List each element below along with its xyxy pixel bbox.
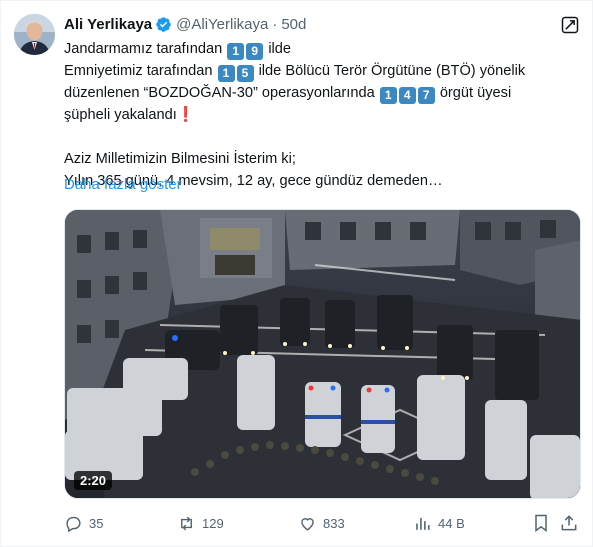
view-count: 44 B — [438, 515, 465, 531]
avatar[interactable] — [14, 14, 55, 55]
like-button[interactable]: 833 — [298, 511, 345, 535]
text-line-2: Emniyetimiz tarafından 15 ilde Bölücü Te… — [64, 60, 579, 82]
heart-icon — [301, 517, 314, 531]
views-chart-icon — [416, 517, 430, 530]
text-line-3: düzenlenen “BOZDOĞAN-30” operasyonlarınd… — [64, 82, 579, 104]
text-segment: örgüt üyesi — [439, 85, 512, 101]
like-count: 833 — [323, 515, 345, 531]
keycap-digit: 5 — [236, 64, 254, 82]
repost-button[interactable]: 129 — [177, 511, 224, 535]
repost-icon — [181, 516, 192, 530]
text-segment: şüpheli yakalandı — [64, 107, 177, 123]
keycap-digit: 7 — [417, 86, 435, 104]
author-handle[interactable]: @AliYerlikaya — [176, 16, 268, 33]
keycap-digit: 1 — [217, 64, 235, 82]
share-icon[interactable] — [559, 513, 579, 533]
bookmark-icon[interactable] — [531, 513, 551, 533]
keycap-digit: 4 — [398, 86, 416, 104]
action-bar: 35 129 833 44 B — [64, 511, 581, 535]
text-line-4: şüpheli yakalandı❗ — [64, 104, 579, 126]
exclamation-emoji-icon: ❗ — [176, 107, 195, 123]
reply-button[interactable]: 35 — [64, 511, 103, 535]
keycap-digit: 1 — [379, 86, 397, 104]
show-more-link[interactable]: Daha fazla göster — [64, 176, 182, 193]
video-player[interactable]: 2:20 — [64, 209, 581, 499]
grok-icon[interactable] — [560, 15, 580, 35]
tweet-text: Jandarmamız tarafından 19 ilde Emniyetim… — [64, 38, 579, 192]
tweet-card[interactable]: Ali Yerlikaya @AliYerlikaya · 50d Jandar… — [0, 0, 593, 547]
text-line-1: Jandarmamız tarafından 19 ilde — [64, 38, 579, 60]
repost-count: 129 — [202, 515, 224, 531]
keycap-digit: 9 — [246, 42, 264, 60]
keycap-digit: 1 — [227, 42, 245, 60]
text-segment: Jandarmamız tarafından — [64, 41, 223, 57]
video-frame — [65, 210, 580, 498]
text-segment: düzenlenen “BOZDOĞAN-30” operasyonlarınd… — [64, 85, 375, 101]
views-button[interactable]: 44 B — [413, 511, 465, 535]
reply-icon — [66, 516, 81, 532]
separator-dot: · — [272, 15, 278, 33]
post-time[interactable]: 50d — [281, 16, 306, 33]
video-duration-badge: 2:20 — [74, 471, 113, 490]
text-segment: ilde — [268, 41, 292, 57]
tweet-header: Ali Yerlikaya @AliYerlikaya · 50d — [64, 14, 552, 34]
verified-badge-icon — [156, 16, 171, 32]
text-line-5: Aziz Milletimizin Bilmesini İsterim ki; — [64, 151, 296, 167]
author-name[interactable]: Ali Yerlikaya — [64, 16, 152, 33]
text-segment: Emniyetimiz tarafından — [64, 63, 213, 79]
reply-count: 35 — [89, 515, 104, 531]
text-segment: ilde Bölücü Terör Örgütüne (BTÖ) yönelik — [258, 63, 526, 79]
